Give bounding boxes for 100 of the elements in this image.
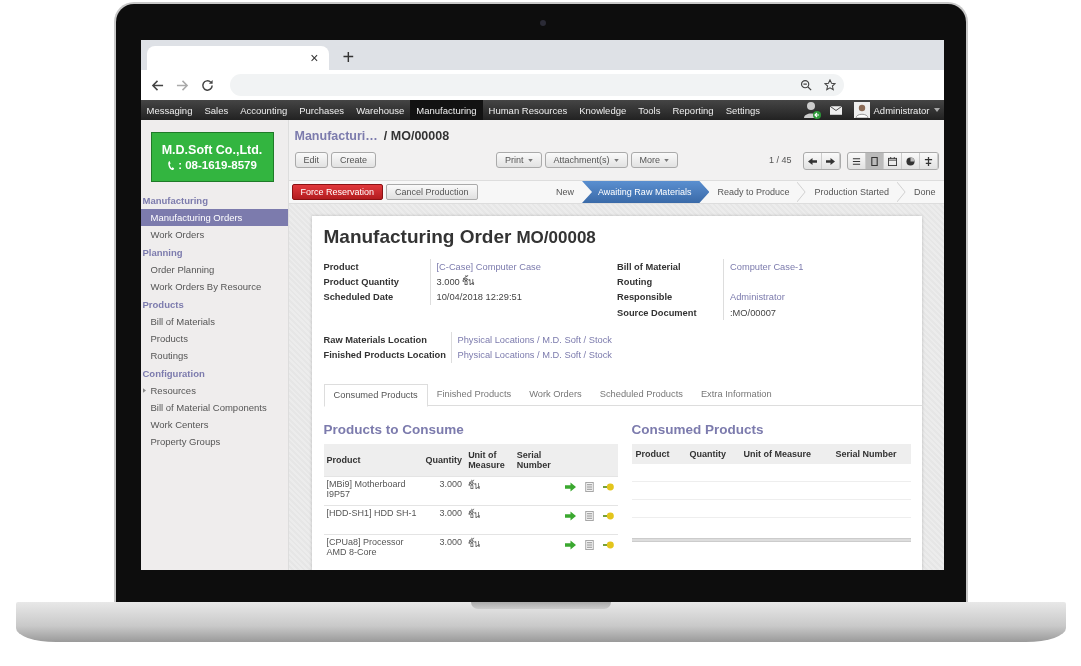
toolbar-button[interactable]: Create	[331, 152, 377, 168]
expand-arrow-icon[interactable]	[142, 388, 146, 393]
sidebar-item[interactable]: Bill of Materials	[140, 313, 288, 330]
caret-icon	[664, 158, 670, 162]
action-button[interactable]: Cancel Production	[386, 184, 478, 200]
field-link[interactable]: Physical Locations / M.D. Soft / Stock	[457, 350, 612, 361]
arrow-left-icon	[807, 156, 817, 166]
sidebar-item[interactable]: Manufacturing Orders	[140, 209, 288, 226]
status-stage[interactable]: Production Started	[806, 181, 897, 203]
user-status-icon[interactable]	[801, 100, 822, 120]
bulb-icon[interactable]	[602, 481, 614, 492]
field-link[interactable]: Physical Locations / M.D. Soft / Stock	[457, 334, 612, 345]
status-stage[interactable]: Awaiting Raw Materials	[582, 181, 710, 203]
avatar[interactable]	[853, 102, 870, 118]
sidebar-heading: Configuration	[141, 367, 206, 381]
bookmark-star-icon[interactable]	[823, 79, 836, 91]
field-link[interactable]: [C-Case] Computer Case	[436, 261, 541, 272]
sidebar-item[interactable]: Order Planning	[140, 261, 288, 278]
form-tab[interactable]: Extra Information	[691, 383, 781, 405]
table-cell: [HDD-SH1] HDD SH-1	[326, 507, 417, 518]
status-stage[interactable]: Done	[906, 181, 944, 203]
menu-item[interactable]: Settings	[719, 100, 766, 120]
dropdown-button[interactable]: Print	[496, 152, 542, 168]
section-title: Consumed Products	[631, 421, 765, 437]
new-tab-button[interactable]: +	[342, 47, 355, 67]
calendar-view-icon	[887, 156, 897, 166]
zoom-out-icon[interactable]	[799, 79, 812, 91]
table-cell: [MBi9] Motherboard I9P57	[326, 478, 406, 499]
menu-item[interactable]: Human Resources	[482, 100, 574, 120]
menu-item[interactable]: Purchases	[293, 100, 351, 120]
dropdown-button[interactable]: More	[630, 152, 679, 168]
table-cell: [CPUa8] Processor AMD 8-Core	[326, 536, 404, 557]
menu-item[interactable]: Knowledge	[573, 100, 633, 120]
bulb-icon[interactable]	[602, 510, 614, 521]
column-header: Serial Number	[513, 443, 562, 477]
sidebar-heading: Products	[141, 298, 185, 312]
dropdown-button[interactable]: Attachment(s)	[544, 152, 628, 168]
breadcrumb-current: / MO/00008	[383, 129, 450, 143]
field-value: :MO/00007	[730, 307, 776, 318]
arrow-right-icon[interactable]	[564, 539, 576, 550]
sidebar-item[interactable]: Routings	[140, 347, 288, 364]
field-value: 10/04/2018 12:29:51	[436, 292, 522, 303]
menu-item[interactable]: Reporting	[666, 100, 720, 120]
sidebar-item[interactable]: Property Groups	[140, 433, 288, 450]
form-tab[interactable]: Work Orders	[520, 383, 591, 405]
menu-item[interactable]: Accounting	[234, 100, 294, 120]
sidebar-item[interactable]: Products	[140, 330, 288, 347]
user-menu[interactable]: Administrator	[873, 100, 930, 120]
phone-number: : 08-1619-8579	[178, 159, 257, 171]
action-button[interactable]: Force Reservation	[291, 184, 384, 200]
field-link[interactable]: Administrator	[730, 292, 785, 303]
form-tab[interactable]: Consumed Products	[323, 383, 428, 407]
sidebar-item[interactable]: Work Centers	[140, 416, 288, 433]
status-stage[interactable]: Ready to Produce	[709, 181, 798, 203]
arrow-right-icon[interactable]	[564, 510, 576, 521]
field-label: Raw Materials Location	[323, 334, 428, 345]
pager-text: 1 / 45	[768, 154, 792, 167]
field-label: Finished Products Location	[323, 350, 447, 361]
mail-icon[interactable]	[829, 105, 842, 115]
field-link[interactable]: Computer Case-1	[730, 261, 804, 272]
graph-view-icon	[905, 156, 915, 166]
reload-icon[interactable]	[200, 78, 214, 92]
caret-icon	[527, 158, 533, 162]
gantt-view-icon	[923, 156, 933, 166]
back-icon[interactable]	[150, 78, 164, 92]
menu-item[interactable]: Tools	[632, 100, 667, 120]
phone-icon	[167, 159, 177, 171]
field-label: Scheduled Date	[323, 292, 395, 303]
column-header: Product	[634, 448, 671, 459]
menu-item[interactable]: Manufacturing	[410, 100, 483, 120]
column-header: Unit of Measure	[743, 448, 812, 459]
field-value: 3.000 ชิ้น	[436, 274, 475, 290]
browser-tab[interactable]: ×	[146, 46, 329, 70]
form-tab[interactable]: Finished Products	[427, 383, 521, 405]
caret-icon[interactable]	[933, 108, 940, 112]
status-stage[interactable]: New	[548, 181, 582, 203]
arrow-right-icon[interactable]	[564, 481, 576, 492]
order-number: MO/00008	[516, 228, 596, 248]
column-header: Serial Number	[835, 448, 897, 459]
breadcrumb-link[interactable]: Manufacturi…	[294, 129, 378, 143]
sidebar-heading: Manufacturing	[141, 194, 209, 208]
close-tab-button[interactable]: ×	[310, 50, 319, 66]
form-tab[interactable]: Scheduled Products	[590, 383, 692, 405]
table-cell: ชิ้น	[468, 480, 481, 491]
form-title: Manufacturing Order	[323, 226, 512, 248]
field-label: Product	[323, 261, 360, 272]
menu-item[interactable]: Messaging	[140, 100, 199, 120]
arrow-right-icon	[825, 156, 835, 166]
section-title: Products to Consume	[323, 421, 465, 437]
sidebar-item[interactable]: Work Orders	[140, 226, 288, 243]
bulb-icon[interactable]	[602, 539, 614, 550]
toolbar-button[interactable]: Edit	[294, 152, 328, 168]
menu-item[interactable]: Warehouse	[350, 100, 411, 120]
sidebar-item[interactable]: Resources	[140, 382, 288, 399]
menu-item[interactable]: Sales	[198, 100, 235, 120]
sidebar-item[interactable]: Bill of Material Components	[140, 399, 288, 416]
form-view-icon	[869, 156, 879, 166]
column-header: Product	[323, 443, 420, 477]
sidebar-item[interactable]: Work Orders By Resource	[140, 278, 288, 295]
camera-lens	[539, 20, 546, 26]
